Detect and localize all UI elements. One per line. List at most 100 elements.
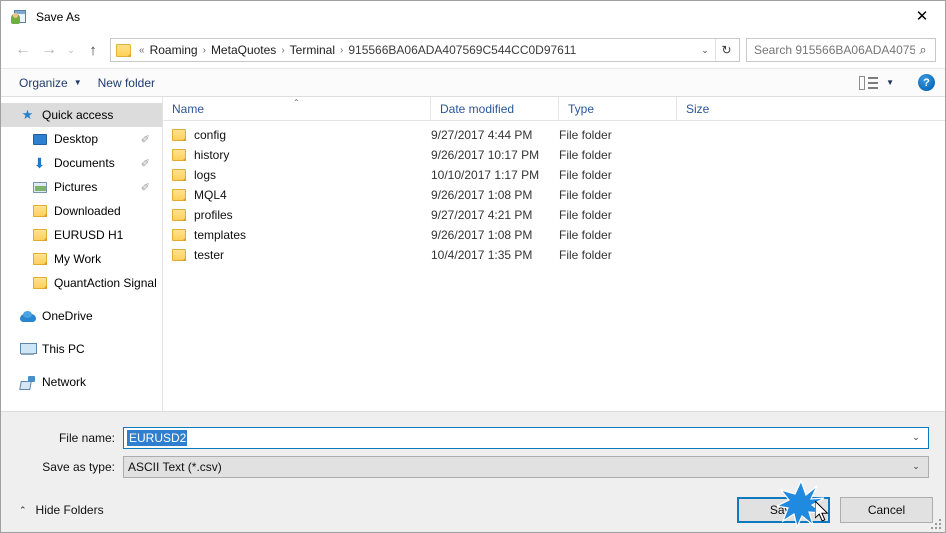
back-icon[interactable]: ← [10, 37, 36, 63]
table-row[interactable]: config 9/27/2017 4:44 PM File folder [163, 125, 945, 145]
folder-icon [116, 43, 131, 57]
organize-button[interactable]: Organize ▼ [11, 76, 90, 90]
file-type: File folder [559, 188, 612, 202]
sidebar-item-label: This PC [42, 342, 85, 356]
organize-label: Organize [19, 75, 68, 90]
sidebar-item-onedrive[interactable]: OneDrive [1, 304, 162, 328]
save-as-type-select[interactable]: ASCII Text (*.csv) ⌄ [123, 455, 929, 478]
sidebar-item-label: EURUSD H1 [54, 228, 124, 242]
refresh-icon[interactable]: ↻ [715, 39, 737, 61]
file-type: File folder [559, 248, 612, 262]
sidebar-item-quantaction-signal[interactable]: QuantAction Signal [1, 271, 162, 295]
file-name: MQL4 [194, 188, 227, 202]
breadcrumb-item-metaquotes[interactable]: MetaQuotes [209, 43, 278, 57]
sidebar-item-label: Desktop [54, 132, 99, 146]
file-date: 10/4/2017 1:35 PM [431, 248, 533, 262]
sidebar-item-desktop[interactable]: Desktop ✐ [1, 127, 162, 151]
file-type: File folder [559, 228, 612, 242]
chevron-down-icon[interactable]: ⌄ [904, 457, 928, 477]
sidebar-item-eurusd-h1[interactable]: EURUSD H1 [1, 223, 162, 247]
save-as-type-value: ASCII Text (*.csv) [128, 459, 222, 474]
network-icon [19, 374, 36, 390]
file-name-input[interactable]: EURUSD2 ⌄ [123, 426, 929, 449]
save-as-icon [11, 9, 27, 25]
table-row[interactable]: logs 10/10/2017 1:17 PM File folder [163, 165, 945, 185]
column-label: Name [172, 101, 205, 116]
sidebar-item-this-pc[interactable]: This PC [1, 337, 162, 361]
search-icon: ⌕ [919, 42, 927, 57]
folder-icon [172, 209, 186, 221]
sidebar-item-label: Quick access [42, 108, 114, 122]
hide-folders-label: Hide Folders [35, 503, 104, 517]
pin-icon[interactable]: ✐ [141, 157, 150, 170]
file-name-label: File name: [58, 430, 115, 445]
new-folder-button[interactable]: New folder [90, 76, 163, 90]
file-rows: config 9/27/2017 4:44 PM File folder his… [163, 121, 945, 411]
sidebar-item-label: Network [42, 375, 87, 389]
search-input[interactable]: Search 915566BA06ADA40756... [754, 43, 915, 57]
view-layout-icon[interactable] [859, 75, 879, 90]
close-icon[interactable]: ✕ [899, 1, 945, 31]
pictures-icon [31, 179, 48, 195]
window-title: Save As [36, 9, 81, 24]
cancel-button[interactable]: Cancel [840, 497, 933, 523]
address-bar[interactable]: « Roaming › MetaQuotes › Terminal › 9155… [110, 38, 740, 62]
column-header-size[interactable]: Size [676, 96, 755, 121]
table-row[interactable]: history 9/26/2017 10:17 PM File folder [163, 145, 945, 165]
resize-grip[interactable] [929, 517, 941, 529]
sidebar-item-pictures[interactable]: Pictures ✐ [1, 175, 162, 199]
pin-icon[interactable]: ✐ [141, 133, 150, 146]
sidebar-item-downloaded[interactable]: Downloaded [1, 199, 162, 223]
onedrive-icon [19, 308, 36, 324]
sidebar-item-network[interactable]: Network [1, 370, 162, 394]
file-name-row: File name: EURUSD2 ⌄ [1, 425, 945, 450]
search-box[interactable]: Search 915566BA06ADA40756... ⌕ [746, 38, 936, 62]
forward-icon[interactable]: → [36, 37, 62, 63]
pin-icon[interactable]: ✐ [141, 181, 150, 194]
file-name: config [194, 128, 227, 142]
recent-locations-icon[interactable]: ⌄ [62, 37, 80, 63]
desktop-icon [31, 131, 48, 147]
folder-icon [172, 229, 186, 241]
sidebar-item-quick-access[interactable]: ★ Quick access [1, 103, 162, 127]
file-date: 9/27/2017 4:44 PM [431, 128, 533, 142]
folder-icon [31, 227, 48, 243]
file-name-value: EURUSD2 [127, 429, 188, 446]
breadcrumb-item-current[interactable]: 915566BA06ADA407569C544CC0D97611 [346, 43, 578, 57]
hide-folders-button[interactable]: ⌃ Hide Folders [13, 503, 104, 517]
column-header-row: Name ⌃ Date modified Type Size [163, 96, 945, 121]
table-row[interactable]: tester 10/4/2017 1:35 PM File folder [163, 245, 945, 265]
breadcrumb-separator: › [340, 44, 344, 56]
folder-icon [172, 149, 186, 161]
folder-icon [172, 189, 186, 201]
chevron-down-icon[interactable]: ⌄ [904, 428, 928, 448]
file-name: history [194, 148, 230, 162]
table-row[interactable]: MQL4 9/26/2017 1:08 PM File folder [163, 185, 945, 205]
file-type: File folder [559, 148, 612, 162]
file-name-cell: history [163, 148, 430, 162]
sidebar-item-documents[interactable]: ⬇ Documents ✐ [1, 151, 162, 175]
chevron-down-icon[interactable]: ▼ [886, 78, 894, 87]
save-button[interactable]: Save [737, 497, 830, 523]
breadcrumb-separator: › [281, 44, 285, 56]
navigation-bar: ← → ⌄ ↑ « Roaming › MetaQuotes › Termina… [1, 32, 945, 68]
column-header-type[interactable]: Type [558, 96, 676, 121]
table-row[interactable]: templates 9/26/2017 1:08 PM File folder [163, 225, 945, 245]
help-icon[interactable]: ? [918, 74, 935, 91]
breadcrumb-item-roaming[interactable]: Roaming [148, 43, 200, 57]
navigation-pane: ★ Quick access Desktop ✐ ⬇ Documents ✐ P… [1, 97, 163, 411]
table-row[interactable]: profiles 9/27/2017 4:21 PM File folder [163, 205, 945, 225]
folder-icon [31, 275, 48, 291]
sidebar-item-my-work[interactable]: My Work [1, 247, 162, 271]
file-name-cell: logs [163, 168, 430, 182]
file-name: profiles [194, 208, 233, 222]
up-icon[interactable]: ↑ [80, 37, 106, 63]
breadcrumb-item-terminal[interactable]: Terminal [288, 43, 337, 57]
column-header-date-modified[interactable]: Date modified [430, 96, 558, 121]
this-pc-icon [19, 341, 37, 357]
address-dropdown-icon[interactable]: ⌄ [695, 45, 715, 56]
column-header-name[interactable]: Name ⌃ [163, 97, 430, 121]
